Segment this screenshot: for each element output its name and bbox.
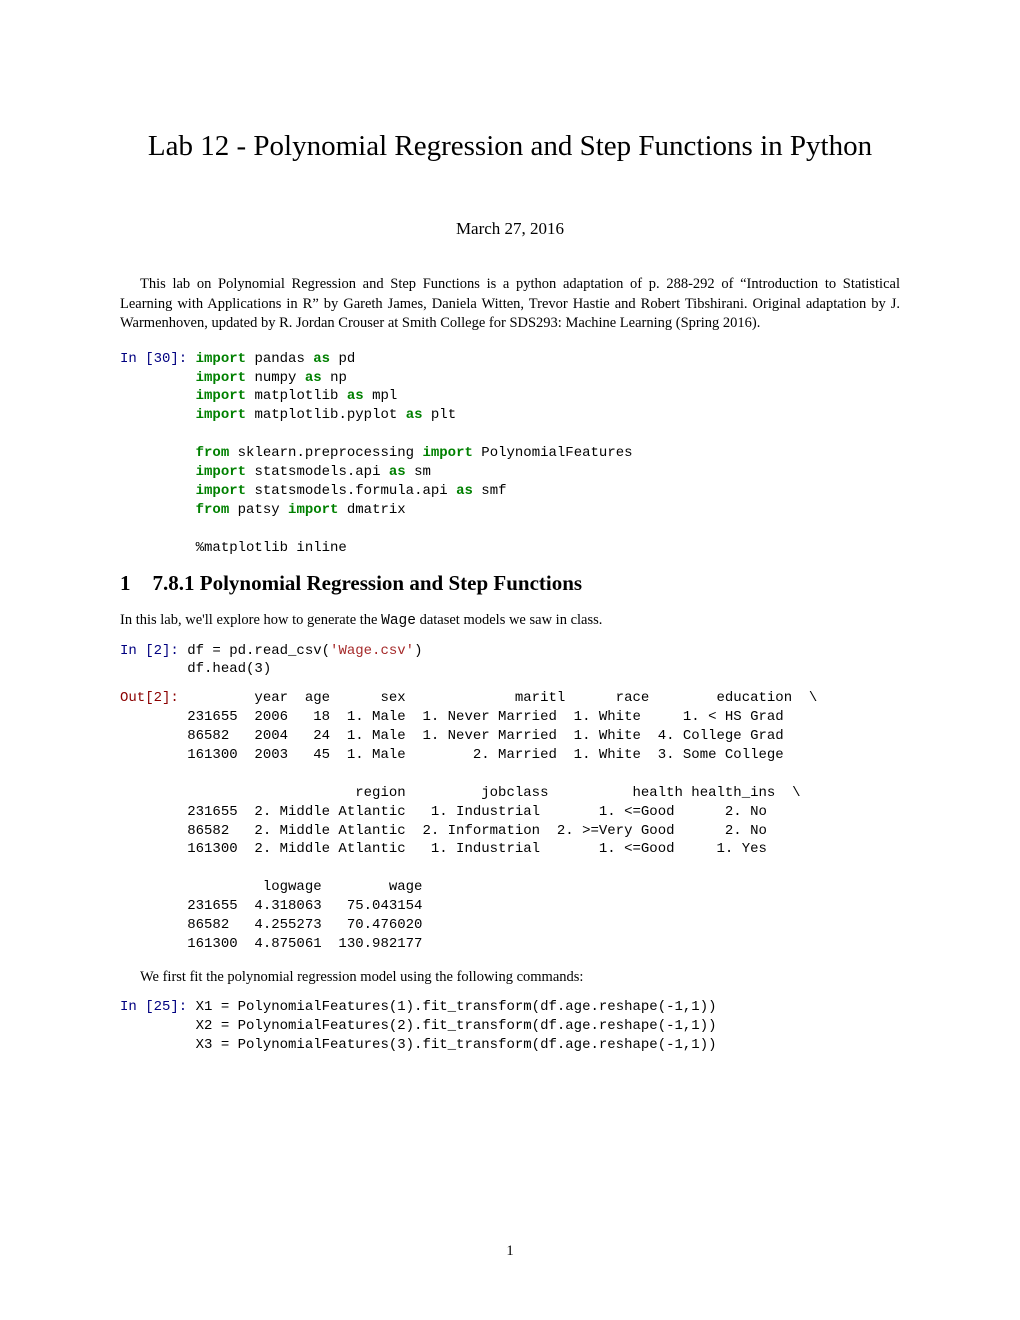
document-date: March 27, 2016 (120, 219, 900, 239)
section-number: 1 (120, 571, 131, 595)
section-title: 7.8.1 Polynomial Regression and Step Fun… (153, 571, 583, 595)
code-cell-polyfeatures: In [25]: X1 = PolynomialFeatures(1).fit_… (120, 998, 900, 1055)
code-cell-readcsv: In [2]: df = pd.read_csv('Wage.csv') df.… (120, 642, 900, 680)
section-heading: 1 7.8.1 Polynomial Regression and Step Fu… (120, 571, 900, 596)
output-cell-head: Out[2]: year age sex maritl race educati… (120, 689, 900, 953)
page-title: Lab 12 - Polynomial Regression and Step … (120, 130, 900, 163)
document-page: Lab 12 - Polynomial Regression and Step … (0, 0, 1020, 1320)
body-text-1: In this lab, we'll explore how to genera… (120, 611, 900, 632)
code-cell-imports: In [30]: import pandas as pd import nump… (120, 350, 900, 558)
intro-paragraph: This lab on Polynomial Regression and St… (120, 275, 900, 334)
body-text-2: We first fit the polynomial regression m… (120, 968, 900, 988)
text-segment: In this lab, we'll explore how to genera… (120, 612, 381, 628)
inline-code: Wage (381, 613, 416, 629)
text-segment: dataset models we saw in class. (416, 612, 602, 628)
page-number: 1 (0, 1243, 1020, 1260)
